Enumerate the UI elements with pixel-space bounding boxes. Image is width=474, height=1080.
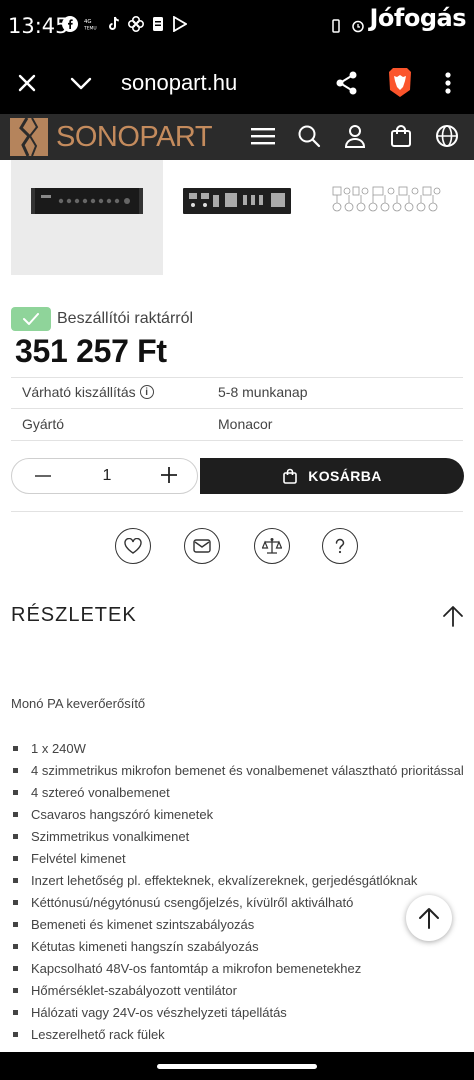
svg-text:4G: 4G [84, 19, 92, 25]
watermark-logo: Jófogás [369, 4, 466, 32]
search-icon[interactable] [296, 122, 322, 150]
list-item: Csavaros hangszóró kimenetek [11, 804, 471, 826]
arrow-up-icon [419, 908, 439, 929]
site-header: SONOPART [0, 114, 474, 160]
thumbnail-diagram[interactable] [312, 160, 462, 275]
list-item: 4 sztereó vonalbemenet [11, 782, 471, 804]
tiktok-icon [106, 16, 122, 32]
list-item: Bemeneti és kimenet szintszabályozás [11, 914, 471, 936]
menu-icon[interactable] [250, 122, 276, 150]
arrow-up-icon[interactable] [441, 604, 465, 628]
thumbnail-front[interactable] [11, 160, 163, 275]
header-icons [250, 122, 460, 150]
wishlist-button[interactable] [115, 528, 151, 564]
list-item: Felvétel kimenet [11, 848, 471, 870]
product-actions [0, 528, 474, 566]
email-share-button[interactable] [184, 528, 220, 564]
notification-icons: 4G TEMU [62, 16, 188, 32]
list-item: Hálózati vagy 24V-os vészhelyzeti tápell… [11, 1002, 471, 1024]
vibrate-icon [328, 18, 344, 34]
question-icon [335, 538, 345, 554]
amplifier-back-image [183, 188, 291, 214]
facebook-icon [62, 16, 78, 32]
question-button[interactable] [322, 528, 358, 564]
browser-toolbar: sonopart.hu [0, 52, 474, 114]
pinwheel-icon [128, 16, 144, 32]
cart-icon[interactable] [388, 122, 414, 150]
more-options-icon[interactable] [436, 68, 460, 98]
add-to-cart-label: KOSÁRBA [308, 468, 382, 484]
list-item: Szimmetrikus vonalkimenet [11, 826, 471, 848]
amplifier-front-image [31, 188, 143, 214]
list-item: Kéttónusú/négytónusú csengőjelzés, kívül… [11, 892, 471, 914]
increase-quantity-button[interactable] [158, 464, 180, 486]
spec-value: 5-8 munkanap [218, 384, 308, 400]
url-field[interactable]: sonopart.hu [121, 70, 237, 96]
share-icon[interactable] [332, 68, 362, 98]
list-item: Kétutas kimeneti hangszín szabályozás [11, 936, 471, 958]
system-icons [328, 18, 366, 34]
spec-label-text: Várható kiszállítás [22, 384, 136, 400]
scroll-to-top-button[interactable] [406, 895, 452, 941]
connection-diagram-image [332, 186, 441, 212]
logo-mark-icon [10, 117, 48, 157]
thumbnail-back[interactable] [172, 160, 302, 275]
info-icon[interactable]: i [139, 385, 154, 399]
shopping-bag-icon [283, 468, 298, 484]
checkmark-icon [11, 307, 51, 331]
stock-status: Beszállítói raktárról [11, 307, 193, 331]
quantity-stepper: 1 [11, 458, 198, 494]
weather-icon: 4G TEMU [84, 16, 100, 32]
product-thumbnails [0, 160, 474, 275]
spec-row-manufacturer: Gyártó Monacor [11, 409, 463, 441]
heart-icon [124, 538, 142, 554]
status-bar: 13:45 4G TEMU Jófogás [0, 0, 474, 52]
decrease-quantity-button[interactable] [32, 465, 54, 487]
add-to-cart-button[interactable]: KOSÁRBA [200, 458, 464, 494]
chevron-down-icon[interactable] [66, 68, 96, 98]
actions-divider [11, 511, 463, 512]
home-gesture-handle[interactable] [157, 1064, 317, 1069]
product-price: 351 257 Ft [15, 333, 167, 369]
envelope-icon [193, 539, 211, 553]
site-logo[interactable]: SONOPART [10, 117, 213, 157]
feature-list: 1 x 240W 4 szimmetrikus mikrofon bemenet… [11, 738, 471, 1046]
compare-button[interactable] [254, 528, 290, 564]
product-subtitle: Monó PA keverőerősítő [11, 696, 146, 711]
logo-text: SONOPART [56, 120, 213, 153]
stock-label: Beszállítói raktárról [57, 310, 194, 327]
spec-value[interactable]: Monacor [218, 416, 272, 432]
scale-icon [262, 538, 282, 554]
language-globe-icon[interactable] [434, 122, 460, 150]
alarm-icon [350, 18, 366, 34]
list-item: Leszerelhető rack fülek [11, 1024, 471, 1046]
list-item: Hőmérséklet-szabályozott ventilátor [11, 980, 471, 1002]
brave-shield-icon[interactable] [385, 66, 415, 98]
system-navigation-bar [0, 1052, 474, 1080]
spec-label: Gyártó [22, 416, 65, 432]
user-icon[interactable] [342, 122, 368, 150]
details-heading[interactable]: RÉSZLETEK [11, 604, 137, 627]
spec-row-delivery: Várható kiszállítás i 5-8 munkanap [11, 377, 463, 409]
list-item: Kapcsolható 48V-os fantomtáp a mikrofon … [11, 958, 471, 980]
quantity-input[interactable]: 1 [92, 467, 122, 485]
svg-text:TEMU: TEMU [84, 25, 97, 31]
spec-label: Várható kiszállítás i [22, 384, 154, 400]
play-store-icon [172, 16, 188, 32]
list-item: 4 szimmetrikus mikrofon bemenet és vonal… [11, 760, 471, 782]
status-time: 13:45 [8, 14, 69, 38]
list-item: 1 x 240W [11, 738, 471, 760]
close-tab-icon[interactable] [12, 68, 42, 98]
list-item: Inzert lehetőség pl. effekteknek, ekvalí… [11, 870, 471, 892]
document-icon [150, 16, 166, 32]
